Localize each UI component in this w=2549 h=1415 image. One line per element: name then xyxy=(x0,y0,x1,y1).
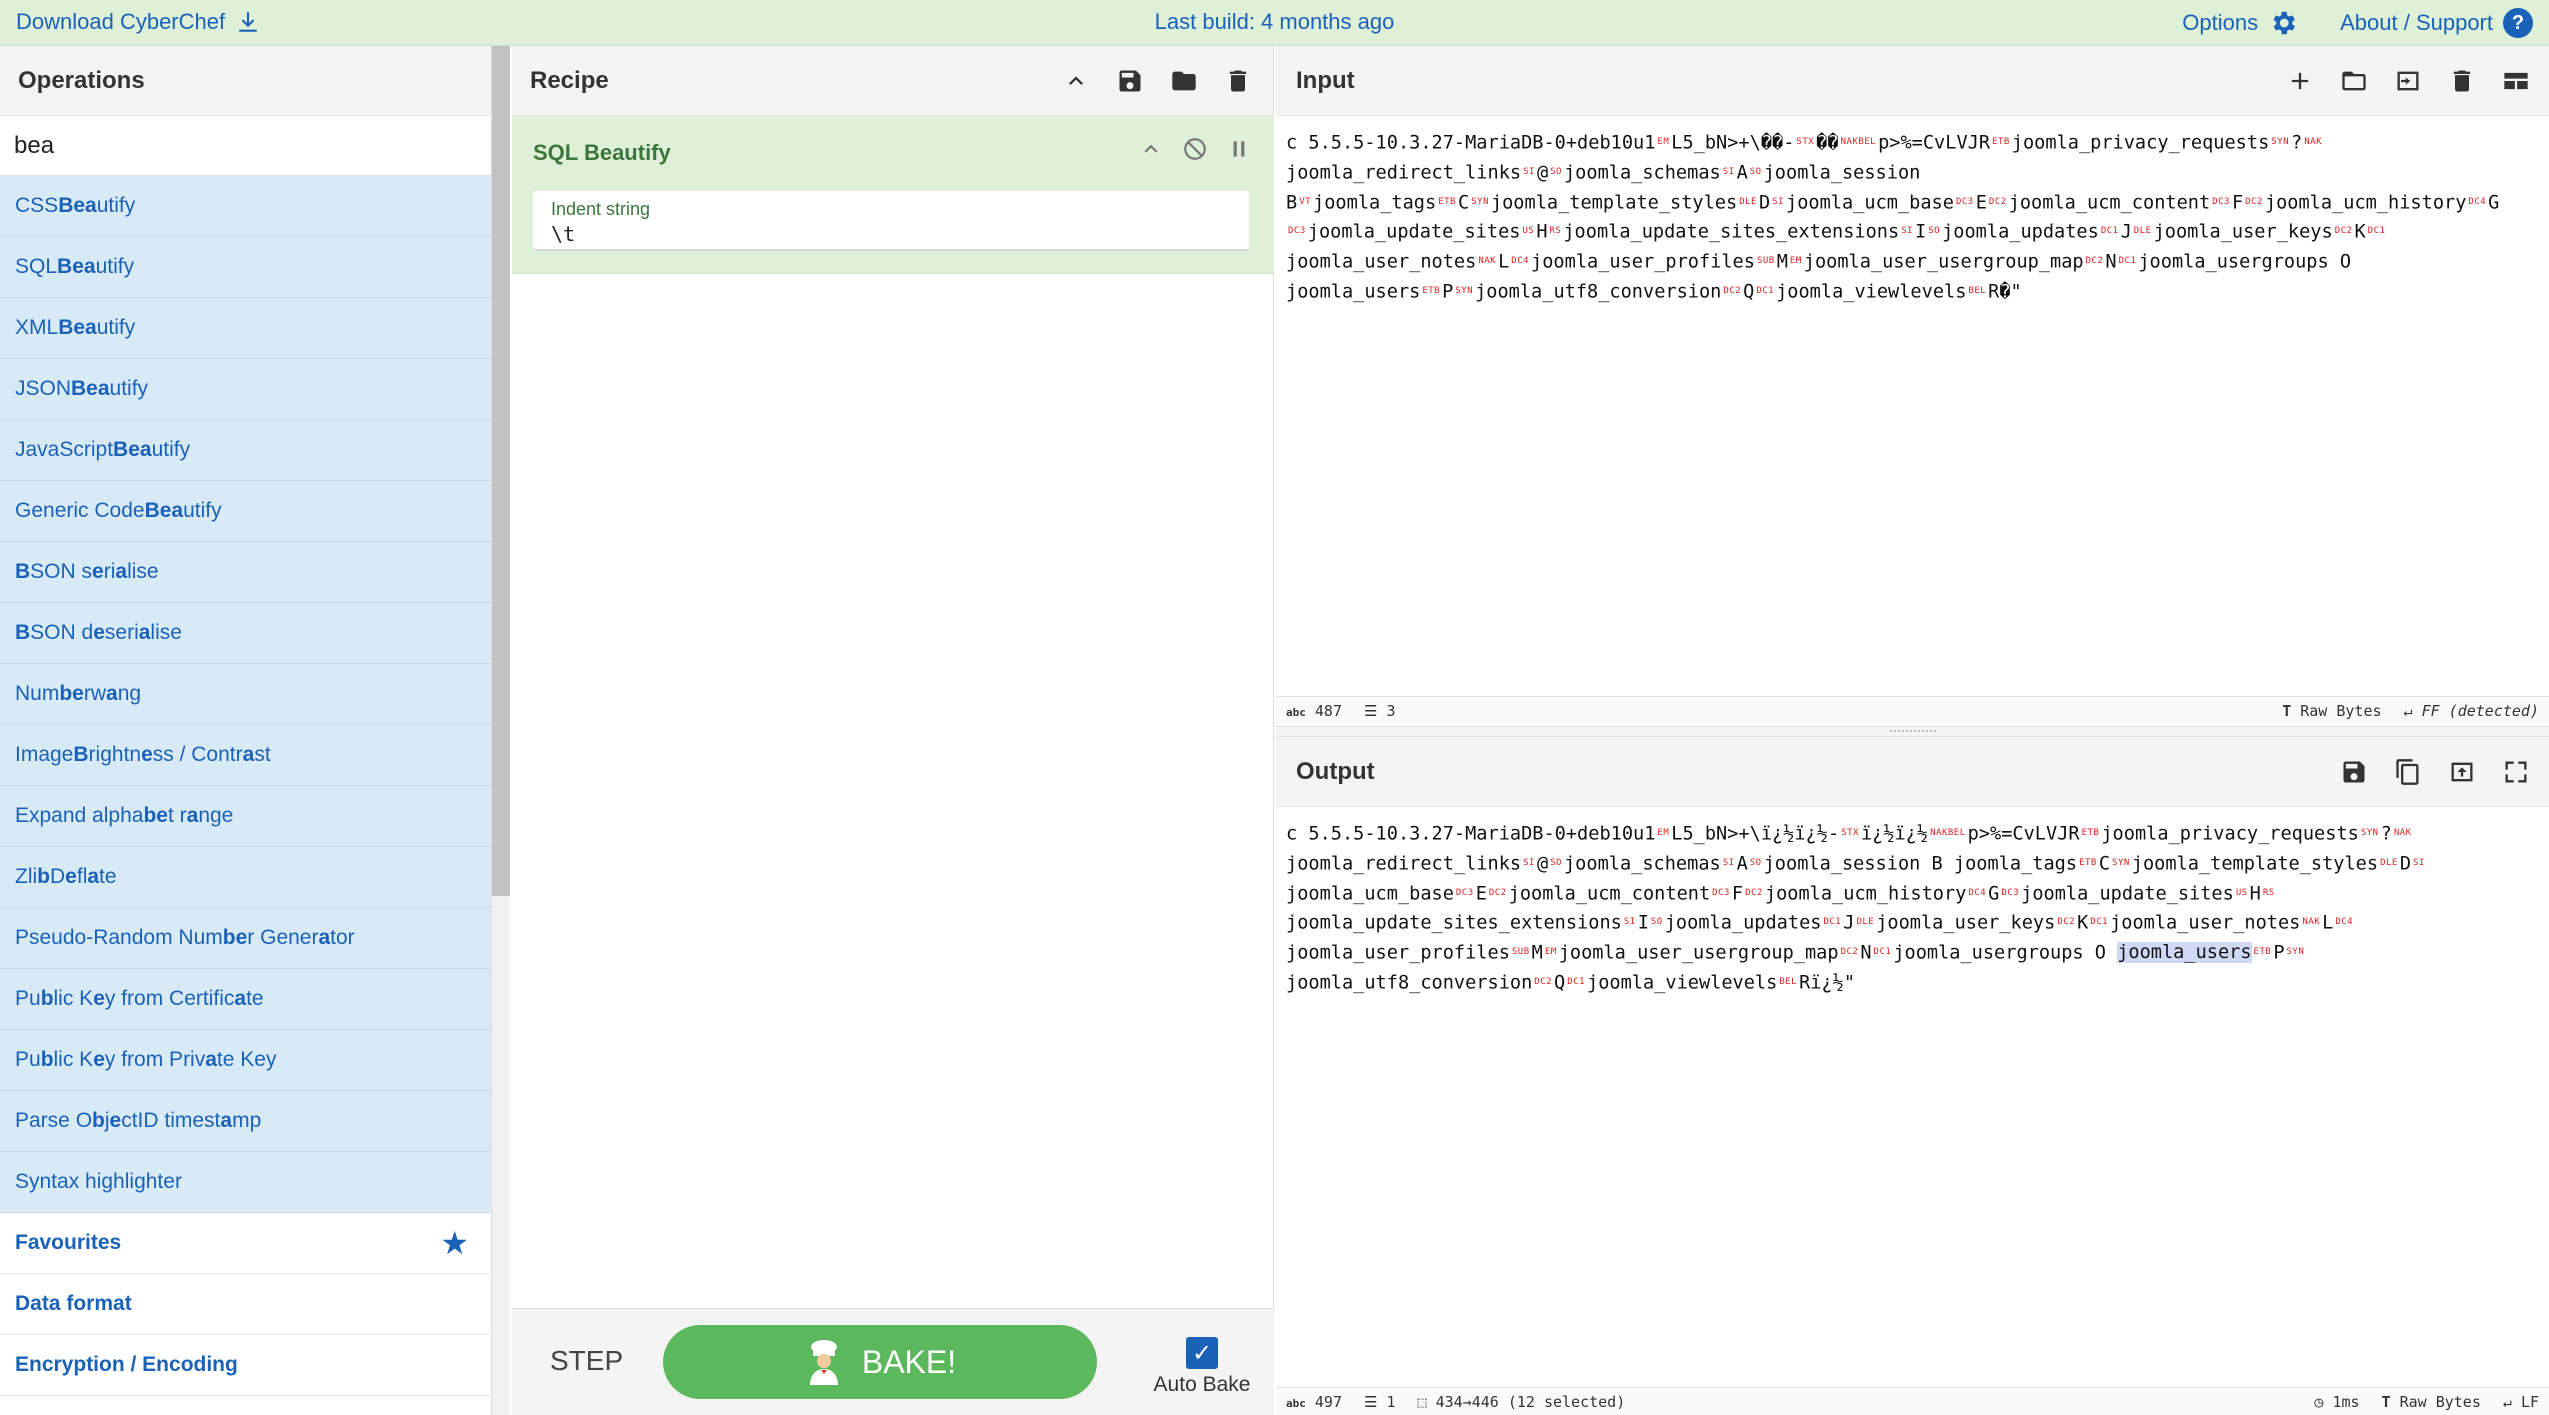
input-status-bar: abc 487 ☰ 3 T Raw Bytes ↵ FF (detected) xyxy=(1276,696,2549,724)
output-eol[interactable]: ↵ LF xyxy=(2503,1393,2539,1411)
folder-icon[interactable] xyxy=(1169,66,1199,96)
reset-layout-icon[interactable] xyxy=(2501,66,2531,96)
add-tab-icon[interactable] xyxy=(2285,66,2315,96)
operation-item[interactable]: Pseudo-Random Num be r Gener a tor xyxy=(0,908,491,969)
operations-title: Operations xyxy=(0,46,491,116)
operation-item[interactable]: XML Bea utify xyxy=(0,298,491,359)
gear-icon[interactable] xyxy=(2268,8,2298,38)
save-output-icon[interactable] xyxy=(2339,757,2369,787)
open-file-icon[interactable] xyxy=(2393,66,2423,96)
operations-pane: Operations CSS BeautifySQL BeautifyXML B… xyxy=(0,46,492,1415)
chef-icon xyxy=(809,1340,838,1385)
bake-button[interactable]: BAKE! xyxy=(663,1325,1097,1399)
operation-item[interactable]: Expand alpha be t r a nge xyxy=(0,786,491,847)
input-eol[interactable]: ↵ FF (detected) xyxy=(2404,702,2539,720)
input-encoding[interactable]: T Raw Bytes xyxy=(2282,702,2381,720)
bake-controls: STEP BAKE! ✓ Auto Bake xyxy=(512,1308,1274,1415)
last-build-text[interactable]: Last build: 4 months ago xyxy=(1155,9,1395,34)
indent-string-label: Indent string xyxy=(551,199,651,219)
operation-item[interactable]: SQL Bea utify xyxy=(0,237,491,298)
category-favourites[interactable]: Favourites ★ xyxy=(0,1213,491,1274)
operation-item[interactable]: CSS Bea utify xyxy=(0,176,491,237)
help-icon[interactable]: ? xyxy=(2503,8,2533,38)
io-divider[interactable] xyxy=(1276,727,2549,737)
output-status-bar: abc 497 ☰ 1 ⬚ 434→446 (12 selected) ◷ 1m… xyxy=(1276,1387,2549,1415)
operation-item[interactable]: JSON Bea utify xyxy=(0,359,491,420)
open-folder-icon[interactable] xyxy=(2339,66,2369,96)
operation-item[interactable]: Image Brightn e ss / Contr a st xyxy=(0,725,491,786)
star-icon[interactable]: ★ xyxy=(440,1224,469,1262)
options-link[interactable]: Options xyxy=(2182,10,2258,36)
operation-item[interactable]: Parse Ob j e ctID timest a mp xyxy=(0,1091,491,1152)
operation-item[interactable]: B SON s e ri a lise xyxy=(0,542,491,603)
input-text[interactable]: c 5.5.5-10.3.27-MariaDB-0+deb10u1 EM L5_bN… xyxy=(1276,116,2549,307)
operation-item[interactable]: Zli b De fl a te xyxy=(0,847,491,908)
disable-icon[interactable] xyxy=(1182,136,1208,167)
operation-item[interactable]: Syntax highlighter xyxy=(0,1152,491,1213)
output-line-count: ☰ 1 xyxy=(1364,1392,1396,1411)
auto-bake-label: Auto Bake xyxy=(1153,1373,1251,1396)
input-char-count: abc 487 xyxy=(1286,701,1342,720)
recipe-title: Recipe xyxy=(530,66,609,94)
operation-item[interactable]: Pu b lic Key from Certific a te xyxy=(0,969,491,1030)
collapse-icon[interactable] xyxy=(1138,136,1164,167)
scrollbar-thumb[interactable] xyxy=(492,46,510,896)
input-title: Input xyxy=(1296,66,1355,94)
category-encryption-encoding[interactable]: Encryption / Encoding xyxy=(0,1335,491,1396)
output-encoding[interactable]: T Raw Bytes xyxy=(2382,1393,2481,1411)
indent-string-field[interactable]: Indent string \t xyxy=(533,191,1249,251)
download-label: Download CyberChef xyxy=(16,9,226,34)
input-pane: Input c 5.5.5-10.3.27-MariaDB-0+deb10u1 E… xyxy=(1276,46,2549,727)
input-line-count: ☰ 3 xyxy=(1364,701,1396,720)
operation-item[interactable]: JavaScript Bea utify xyxy=(0,420,491,481)
step-button[interactable]: STEP xyxy=(550,1345,623,1377)
output-char-count: abc 497 xyxy=(1286,1392,1342,1411)
operations-scrollbar[interactable] xyxy=(492,46,510,1415)
output-selection: ⬚ 434→446 (12 selected) xyxy=(1417,1392,1626,1411)
maximise-icon[interactable] xyxy=(2501,757,2531,787)
output-text[interactable]: c 5.5.5-10.3.27-MariaDB-0+deb10u1 EM L5_bN… xyxy=(1276,807,2549,998)
output-pane: Output c 5.5.5-10.3.27-MariaDB-0+deb10u1… xyxy=(1276,737,2549,1415)
auto-bake-checkbox[interactable]: ✓ xyxy=(1186,1337,1218,1369)
output-title: Output xyxy=(1296,757,1375,785)
category-data-format[interactable]: Data format xyxy=(0,1274,491,1335)
copy-icon[interactable] xyxy=(2393,757,2423,787)
bake-time: ◷ 1ms xyxy=(2314,1392,2360,1411)
bake-label: BAKE! xyxy=(861,1343,957,1380)
save-icon[interactable] xyxy=(1115,66,1145,96)
top-banner: Download CyberChef Last build: 4 months … xyxy=(0,0,2549,46)
operation-item[interactable]: B SON d e seri a lise xyxy=(0,603,491,664)
operation-item[interactable]: Num be rw a ng xyxy=(0,664,491,725)
operation-item[interactable]: Generic Code Bea utify xyxy=(0,481,491,542)
about-support-link[interactable]: About / Support xyxy=(2340,10,2493,36)
search-input[interactable] xyxy=(14,131,474,160)
operations-list: CSS Bea utify SQL Bea utify XML Bea utify JSON… xyxy=(0,176,491,1396)
indent-string-value[interactable]: \t xyxy=(551,222,1231,246)
trash-icon[interactable] xyxy=(1223,66,1253,96)
chevron-up-icon[interactable] xyxy=(1061,66,1091,96)
recipe-pane: Recipe SQL Beautify Indent string \t STE… xyxy=(512,46,1274,1415)
operation-item[interactable]: Pu b lic Key from Priv a te Key xyxy=(0,1030,491,1091)
auto-bake-toggle[interactable]: ✓ Auto Bake xyxy=(1132,1337,1272,1397)
recipe-operation-name: SQL Beautify xyxy=(533,140,671,165)
clear-input-icon[interactable] xyxy=(2447,66,2477,96)
recipe-operation-sql-beautify[interactable]: SQL Beautify Indent string \t xyxy=(512,116,1274,274)
operations-search[interactable] xyxy=(0,116,491,176)
replace-input-icon[interactable] xyxy=(2447,757,2477,787)
download-icon xyxy=(239,12,257,32)
pause-icon[interactable] xyxy=(1226,136,1252,167)
download-link[interactable]: Download CyberChef xyxy=(16,9,261,35)
